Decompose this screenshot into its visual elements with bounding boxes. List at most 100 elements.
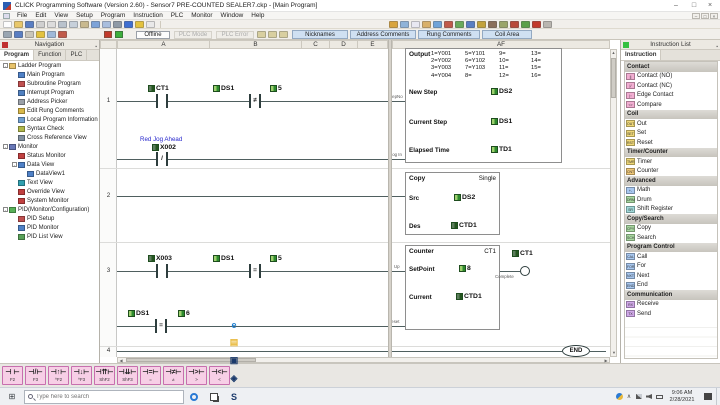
instruction-row[interactable]: DRM Drum bbox=[625, 195, 717, 205]
show-desktop-button[interactable] bbox=[716, 387, 720, 405]
instruction-row[interactable]: CPY Copy bbox=[625, 223, 717, 233]
chevron-up-icon[interactable]: ∧ bbox=[624, 388, 634, 405]
instruction-row[interactable]: RX Receive bbox=[625, 299, 717, 309]
menu-item[interactable]: Setup bbox=[72, 12, 97, 19]
shortcut-button[interactable]: ⊣>⊢ > bbox=[186, 366, 207, 385]
instruction-row[interactable]: FOR For bbox=[625, 261, 717, 271]
instruction-row[interactable]: OUT Out bbox=[625, 119, 717, 129]
status-chart-icon[interactable] bbox=[532, 21, 541, 28]
mdi-restore-button[interactable]: □ bbox=[701, 13, 709, 19]
scroll-down-arrow[interactable]: ▼ bbox=[611, 350, 617, 356]
address-picker-icon[interactable] bbox=[422, 21, 431, 28]
task-view-icon[interactable] bbox=[204, 388, 224, 405]
instruction-row[interactable]: |/ Contact (NC) bbox=[625, 81, 717, 91]
shortcut-button[interactable]: ⊣≠⊢ ≠ bbox=[163, 366, 184, 385]
mdi-close-button[interactable]: × bbox=[710, 13, 718, 19]
battery-icon[interactable] bbox=[654, 388, 664, 405]
minimize-button[interactable]: – bbox=[668, 1, 684, 11]
menu-item[interactable]: PLC bbox=[167, 12, 187, 19]
print-preview-icon[interactable] bbox=[47, 21, 56, 28]
dropbox-icon[interactable]: ◈ bbox=[224, 370, 244, 388]
taskbar-search[interactable] bbox=[24, 389, 184, 404]
navigation-tab[interactable]: Function bbox=[34, 50, 67, 60]
cortana-icon[interactable] bbox=[184, 388, 204, 405]
grid-view-icon[interactable] bbox=[14, 31, 23, 38]
instruction-row[interactable]: Advanced bbox=[625, 176, 717, 186]
shortcut-button[interactable]: ⊣↑⊢ ^F2 bbox=[48, 366, 69, 385]
instruction-row[interactable]: CNT Counter bbox=[625, 166, 717, 176]
vertical-scrollbar[interactable]: ▲ ▼ bbox=[610, 49, 617, 357]
tree-item[interactable]: - Subroutine Program bbox=[0, 79, 99, 88]
taskbar-clock[interactable]: 9:06 AM 2/28/2021 bbox=[664, 390, 700, 404]
tray-badge-icon[interactable] bbox=[614, 388, 624, 405]
scrollbar-thumb[interactable] bbox=[611, 58, 616, 98]
volume-icon[interactable] bbox=[644, 388, 654, 405]
file-explorer-icon[interactable]: ▤ bbox=[224, 334, 244, 352]
zoom-in-icon[interactable] bbox=[257, 31, 266, 38]
tree-item[interactable]: - Data View bbox=[0, 160, 99, 169]
data-view-blue-icon[interactable] bbox=[466, 21, 475, 28]
tree-item[interactable]: - Address Picker bbox=[0, 97, 99, 106]
connect-plc-icon[interactable] bbox=[400, 21, 409, 28]
instruction-row[interactable]: || Contact (NO) bbox=[625, 71, 717, 81]
save-icon[interactable] bbox=[25, 21, 34, 28]
syntax-grid-icon[interactable] bbox=[58, 31, 67, 38]
link-icon[interactable] bbox=[488, 21, 497, 28]
shortcut-button[interactable]: ⊣⇊⊢ ShF3 bbox=[117, 366, 138, 385]
copy-block[interactable]: Copy Single Src DS2 Des CTD1 bbox=[405, 172, 500, 235]
start-button[interactable]: ⊞ bbox=[0, 388, 24, 405]
navigation-tab[interactable]: Program bbox=[0, 50, 35, 60]
zoom-out-icon[interactable] bbox=[268, 31, 277, 38]
tree-item[interactable]: - Edit Rung Comments bbox=[0, 106, 99, 115]
navigation-tab[interactable]: PLC bbox=[66, 50, 88, 60]
expander-icon[interactable]: - bbox=[3, 63, 8, 68]
browse-globe-icon[interactable] bbox=[433, 21, 442, 28]
drum-block[interactable]: Output 1=Y001 5=Y101 9= 13= 2=Y002 6=Y102 10= 1… bbox=[405, 48, 562, 163]
open-file-icon[interactable] bbox=[14, 21, 23, 28]
contact-no-x003[interactable] bbox=[156, 264, 168, 278]
toggle-nicknames[interactable]: Nicknames bbox=[292, 30, 348, 39]
maximize-button[interactable]: □ bbox=[686, 1, 702, 11]
setup-wrench-icon[interactable] bbox=[389, 21, 398, 28]
toggle-rung-comments[interactable]: Rung Comments bbox=[418, 30, 480, 39]
shortcut-button[interactable]: ⊣↓⊢ ^F3 bbox=[71, 366, 92, 385]
nickname-pencil-icon[interactable] bbox=[135, 21, 144, 28]
tree-item[interactable]: - PID Monitor bbox=[0, 223, 99, 232]
tab-instruction[interactable]: Instruction bbox=[621, 50, 662, 60]
tree-item[interactable]: - Override View bbox=[0, 187, 99, 196]
offline-status-button[interactable]: Offline bbox=[136, 31, 170, 39]
instruction-row[interactable]: NXT Next bbox=[625, 271, 717, 281]
cut-icon[interactable] bbox=[58, 21, 67, 28]
stop-red-icon[interactable] bbox=[510, 21, 519, 28]
shortcut-button[interactable]: ⊣⇈⊢ ShF2 bbox=[94, 366, 115, 385]
instruction-row[interactable]: |↑ Edge Contact bbox=[625, 90, 717, 100]
expander-icon[interactable]: - bbox=[3, 144, 8, 149]
tree-item[interactable]: - Ladder Program bbox=[0, 61, 99, 70]
end-coil[interactable]: END bbox=[562, 345, 590, 357]
instruction-row[interactable]: <> Compare bbox=[625, 100, 717, 110]
shortcut-button[interactable]: ⊣ ⊢ F2 bbox=[2, 366, 23, 385]
menu-item[interactable]: Program bbox=[97, 12, 130, 19]
shortcut-button[interactable]: ⊣/⊢ F3 bbox=[25, 366, 46, 385]
menu-item[interactable]: Monitor bbox=[187, 12, 216, 19]
pane-splitter[interactable] bbox=[388, 40, 392, 363]
data-view-gold-icon[interactable] bbox=[477, 21, 486, 28]
network-icon[interactable] bbox=[634, 388, 644, 405]
print-icon[interactable] bbox=[36, 21, 45, 28]
tree-item[interactable]: - Main Program bbox=[0, 70, 99, 79]
scroll-up-arrow[interactable]: ▲ bbox=[611, 50, 616, 56]
edge-icon[interactable]: e bbox=[224, 316, 244, 334]
run-indicator[interactable] bbox=[115, 31, 123, 38]
instruction-row[interactable]: Timer/Counter bbox=[625, 147, 717, 157]
contact-nc-x002[interactable]: / bbox=[156, 152, 168, 166]
tree-item[interactable]: - Syntax Check bbox=[0, 124, 99, 133]
tree-item[interactable]: - Cross Reference View bbox=[0, 133, 99, 142]
instruction-row[interactable]: SCH Search bbox=[625, 233, 717, 243]
undo-icon[interactable] bbox=[91, 21, 100, 28]
expander-icon[interactable]: - bbox=[12, 162, 17, 167]
instruction-row[interactable]: SR Shift Register bbox=[625, 204, 717, 214]
close-button[interactable]: × bbox=[702, 1, 718, 11]
tree-item[interactable]: - PID(Monitor/Configuration) bbox=[0, 205, 99, 214]
instruction-row[interactable]: TMR Timer bbox=[625, 157, 717, 167]
instruction-row[interactable]: Copy/Search bbox=[625, 214, 717, 224]
